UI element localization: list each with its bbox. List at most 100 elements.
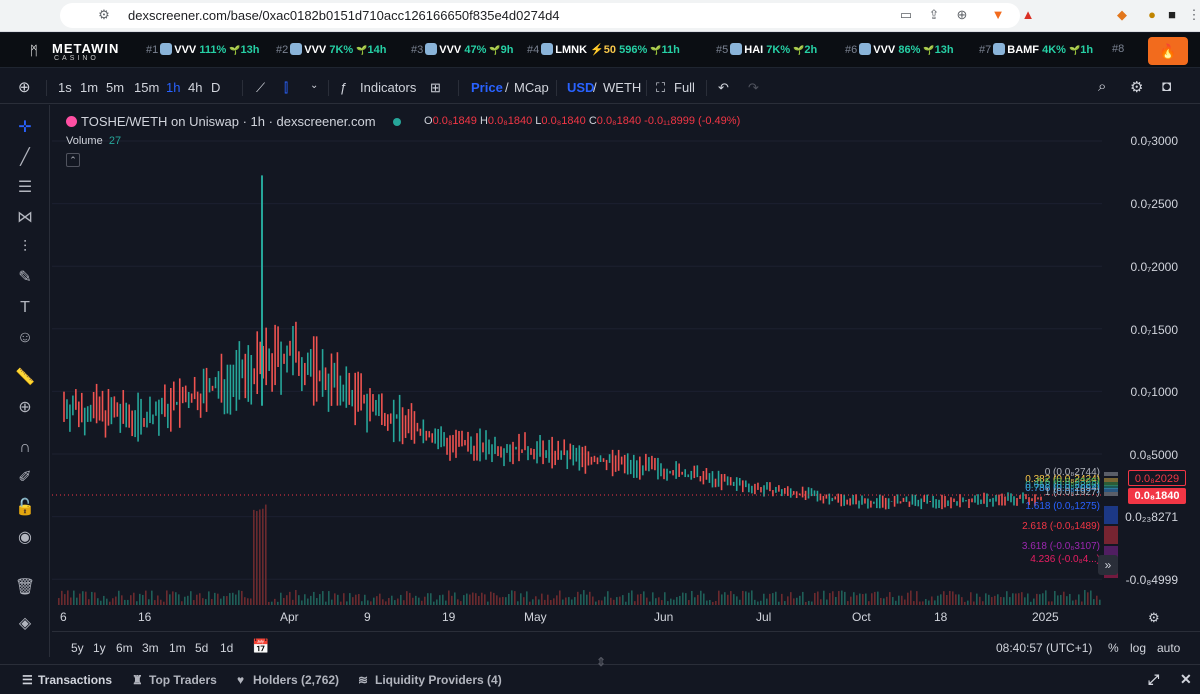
- usd-toggle[interactable]: USD: [567, 80, 594, 95]
- chart-type-chevron-icon[interactable]: ⌄: [310, 80, 318, 91]
- change-readout: -0.0₁₁8999 (-0.49%): [644, 115, 741, 127]
- quick-search-icon[interactable]: ⌕: [1098, 78, 1106, 95]
- eye-icon[interactable]: ◉: [14, 527, 36, 549]
- scroll-to-realtime-button[interactable]: »: [1098, 555, 1118, 575]
- zoom-icon[interactable]: ⊕: [954, 7, 970, 23]
- volume-bar: [682, 592, 684, 605]
- candles-icon[interactable]: ⫿: [284, 80, 288, 96]
- snapshot-camera-icon[interactable]: ◘: [1162, 78, 1171, 95]
- interval-4h[interactable]: 4h: [188, 80, 202, 95]
- interval-1m[interactable]: 1m: [80, 80, 98, 95]
- mcap-toggle[interactable]: MCap: [514, 80, 549, 95]
- text-tool-icon[interactable]: T: [14, 297, 36, 319]
- trending-item[interactable]: #5 HAI 7K% 🌱2h: [716, 43, 817, 56]
- trending-item[interactable]: #6 VVV 86% 🌱13h: [845, 43, 954, 56]
- magnet-icon[interactable]: ∩: [14, 437, 36, 459]
- trending-item[interactable]: #2 VVV 7K% 🌱14h: [276, 43, 386, 56]
- trending-change: 4K%: [1042, 44, 1066, 56]
- auto-scale-toggle[interactable]: auto: [1157, 641, 1180, 655]
- tab-top-traders[interactable]: Top Traders: [149, 673, 217, 687]
- volume-bar: [427, 593, 429, 605]
- ruler-icon[interactable]: 📏: [14, 367, 36, 389]
- percent-scale-toggle[interactable]: %: [1108, 641, 1119, 655]
- projection-icon[interactable]: ⫶: [14, 237, 36, 259]
- chart-toolbar: ⊕ 1s 1m 5m 15m 1h 4h D ⟋ ⫿ ⌄ ƒ Indicators ⊞ Pr…: [0, 72, 1200, 104]
- install-icon[interactable]: ▭: [898, 7, 914, 23]
- range-button-5y[interactable]: 5y: [71, 641, 84, 655]
- trending-change: 111%: [199, 44, 227, 56]
- trending-item[interactable]: #1 VVV 111% 🌱13h: [146, 43, 260, 56]
- log-scale-toggle[interactable]: log: [1130, 641, 1146, 655]
- interval-5m[interactable]: 5m: [106, 80, 124, 95]
- metawin-logo[interactable]: ᛗ METAWIN CASINO: [28, 39, 128, 63]
- range-button-6m[interactable]: 6m: [116, 641, 133, 655]
- trending-item[interactable]: #7 BAMF 4K% 🌱1h: [979, 43, 1093, 56]
- extension-icon[interactable]: ●: [1144, 7, 1160, 23]
- resize-handle-icon[interactable]: ⇕: [596, 655, 606, 669]
- collapse-legend-icon[interactable]: ⌃: [66, 153, 80, 167]
- brave-shield-icon[interactable]: ▼: [990, 7, 1006, 23]
- date-range-calendar-icon[interactable]: 📅: [252, 638, 269, 655]
- trending-item[interactable]: #3 VVV 47% 🌱9h: [411, 43, 513, 56]
- range-button-1d[interactable]: 1d: [220, 641, 233, 655]
- interval-D[interactable]: D: [211, 80, 220, 95]
- tab-transactions[interactable]: Transactions: [38, 673, 112, 687]
- tab-liquidity-providers[interactable]: Liquidity Providers (4): [375, 673, 502, 687]
- trendline-icon[interactable]: ╱: [14, 147, 36, 169]
- trending-item[interactable]: #4 LMNK ⚡50 596% 🌱11h: [527, 43, 680, 56]
- range-button-1m[interactable]: 1m: [169, 641, 186, 655]
- token-logo-icon: [859, 43, 872, 55]
- trending-item[interactable]: #8: [1112, 43, 1124, 55]
- weth-toggle[interactable]: WETH: [603, 80, 641, 95]
- interval-15m[interactable]: 15m: [134, 80, 159, 95]
- x-axis-tick: 9: [364, 610, 371, 624]
- volume-bar: [934, 600, 936, 605]
- zoom-in-icon[interactable]: ⊕: [14, 397, 36, 419]
- price-toggle[interactable]: Price: [471, 80, 503, 95]
- indicators-icon[interactable]: ƒ: [340, 80, 347, 95]
- chart-canvas[interactable]: [52, 105, 1200, 631]
- pattern-icon[interactable]: ⋈: [14, 207, 36, 229]
- range-button-3m[interactable]: 3m: [142, 641, 159, 655]
- add-symbol-icon[interactable]: ⊕: [18, 78, 31, 96]
- layout-grid-icon[interactable]: ⊞: [430, 80, 441, 96]
- address-bar[interactable]: ⚙ dexscreener.com/base/0xac0182b0151d710…: [60, 3, 1020, 28]
- more-icon[interactable]: ⋮: [1186, 7, 1200, 23]
- volume-bar: [586, 594, 588, 605]
- clock-readout[interactable]: 08:40:57 (UTC+1): [996, 641, 1092, 655]
- close-panel-icon[interactable]: ✕: [1180, 671, 1192, 688]
- timezone-settings-icon[interactable]: ⚙: [1148, 610, 1160, 626]
- interval-1s[interactable]: 1s: [58, 80, 72, 95]
- indicators-button[interactable]: Indicators: [360, 80, 416, 95]
- range-button-1y[interactable]: 1y: [93, 641, 106, 655]
- trash-icon[interactable]: 🗑: [14, 577, 36, 599]
- extension-icon-2[interactable]: ■: [1164, 7, 1180, 23]
- expand-icon[interactable]: ⤢: [1148, 671, 1159, 688]
- crosshair-icon[interactable]: ✛: [14, 117, 36, 139]
- stay-drawing-icon[interactable]: ✐: [14, 467, 36, 489]
- tab-holders[interactable]: Holders (2,762): [253, 673, 339, 687]
- settings-gear-icon[interactable]: ⚙: [1130, 78, 1143, 96]
- line-chart-icon[interactable]: ⟋: [256, 80, 265, 96]
- fib-retracement-icon[interactable]: ☰: [14, 177, 36, 199]
- trending-age: 2h: [804, 44, 818, 56]
- volume-bar: [778, 601, 780, 605]
- full-button[interactable]: Full: [674, 80, 695, 95]
- fullscreen-icon[interactable]: ⛶: [656, 80, 665, 96]
- metamask-icon[interactable]: ◆: [1114, 7, 1130, 23]
- rewards-icon[interactable]: ▲: [1020, 7, 1036, 23]
- share-icon[interactable]: ⇪: [926, 7, 942, 23]
- redo-icon[interactable]: ↷: [748, 80, 759, 96]
- url-text[interactable]: dexscreener.com/base/0xac0182b0151d710ac…: [128, 8, 560, 23]
- price-chart[interactable]: TOSHE/WETH on Uniswap · 1h · dexscreener…: [52, 105, 1200, 657]
- object-tree-icon[interactable]: ◈: [14, 613, 36, 635]
- volume-bar: [910, 590, 912, 605]
- site-settings-icon[interactable]: ⚙: [96, 7, 112, 23]
- range-button-5d[interactable]: 5d: [195, 641, 208, 655]
- undo-icon[interactable]: ↶: [718, 80, 729, 96]
- interval-1h[interactable]: 1h: [166, 80, 180, 95]
- emoji-icon[interactable]: ☺: [14, 327, 36, 349]
- trending-fire-button[interactable]: 🔥: [1148, 37, 1188, 65]
- lock-icon[interactable]: 🔓: [14, 497, 36, 519]
- brush-icon[interactable]: ✎: [14, 267, 36, 289]
